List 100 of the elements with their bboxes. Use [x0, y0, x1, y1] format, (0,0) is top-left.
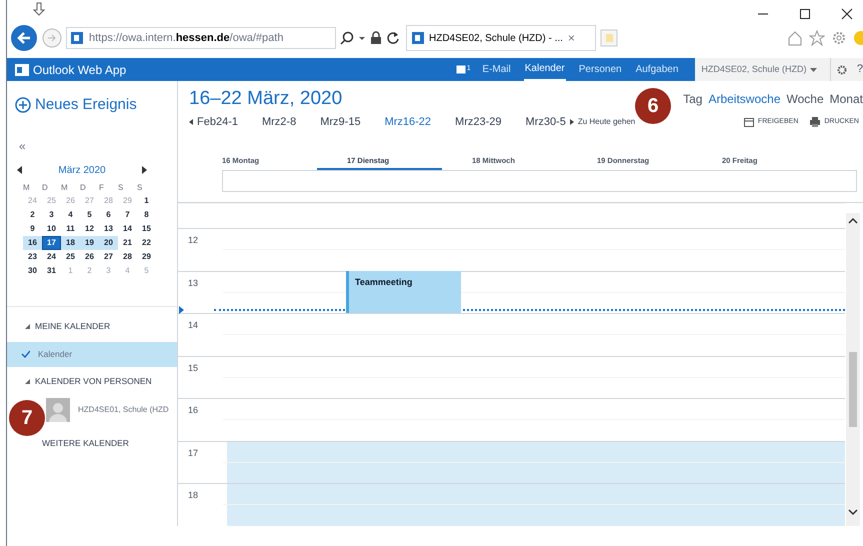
calendar-day[interactable]: 3: [42, 208, 61, 222]
calendar-day[interactable]: 28: [118, 250, 137, 264]
calendar-day[interactable]: 14: [118, 222, 137, 236]
settings-icon[interactable]: [831, 30, 847, 46]
star-icon[interactable]: [809, 30, 825, 46]
calendar-day[interactable]: 13: [99, 222, 118, 236]
collapse-triangle-icon[interactable]: [25, 324, 30, 329]
dropdown-icon[interactable]: [358, 34, 366, 42]
calendar-day[interactable]: 1: [137, 194, 156, 208]
view-tab[interactable]: Woche: [786, 90, 824, 108]
next-week-icon[interactable]: [570, 119, 574, 125]
calendar-item[interactable]: Kalender: [7, 342, 177, 366]
refresh-icon[interactable]: [386, 31, 400, 45]
view-tab[interactable]: Tag: [683, 90, 702, 108]
scroll-down-icon[interactable]: [848, 509, 858, 516]
hour-label: 15: [188, 362, 198, 374]
weekday-label: F: [99, 182, 105, 194]
calendar-day[interactable]: 12: [80, 222, 99, 236]
section-heading: MEINE KALENDER: [35, 320, 110, 333]
calendar-day[interactable]: 16: [23, 236, 42, 250]
calendar-icon: [744, 117, 754, 127]
hour-label: 18: [188, 489, 198, 502]
calendar-day[interactable]: 10: [42, 222, 61, 236]
caret-icon: [810, 66, 818, 72]
calendar-day[interactable]: 11: [61, 222, 80, 236]
calendar-day[interactable]: 31: [42, 264, 61, 278]
view-tab[interactable]: Arbeitswoche: [708, 90, 780, 108]
calendar-day[interactable]: 4: [61, 208, 80, 222]
calendar-day[interactable]: 23: [23, 250, 42, 264]
nav-link[interactable]: Kalender: [524, 58, 566, 81]
help-button[interactable]: ?: [856, 61, 863, 78]
plus-icon: [15, 97, 31, 114]
next-month-icon[interactable]: [142, 166, 147, 174]
calendar-day[interactable]: 19: [80, 236, 99, 250]
week-link[interactable]: Mrz16-22: [384, 114, 432, 130]
hour-label: 17: [188, 446, 198, 460]
month-title: März 2020: [58, 164, 106, 178]
new-event-button[interactable]: Neues Ereignis: [7, 81, 177, 116]
calendar-day[interactable]: 22: [137, 236, 156, 250]
address-bar[interactable]: https://owa.intern.hessen.de/owa/#path: [66, 27, 336, 49]
nav-link[interactable]: Aufgaben: [634, 58, 680, 81]
section-heading: KALENDER VON PERSONEN: [35, 375, 152, 388]
calendar-day[interactable]: 9: [23, 222, 42, 236]
previous-week-icon[interactable]: [189, 119, 193, 125]
calendar-day[interactable]: 17: [42, 236, 61, 250]
hour-label: 12: [188, 234, 198, 247]
check-icon: [21, 350, 30, 358]
home-icon[interactable]: [787, 30, 803, 46]
calendar-day[interactable]: 29: [137, 250, 156, 264]
callout-badge: 7: [9, 400, 45, 436]
week-link[interactable]: Mrz23-29: [455, 114, 502, 130]
lock-icon: [370, 31, 382, 45]
calendar-day[interactable]: 18: [61, 236, 80, 250]
calendar-day[interactable]: 26: [80, 250, 99, 264]
scroll-up-icon[interactable]: [848, 217, 858, 224]
search-icon[interactable]: [340, 31, 354, 45]
scrollbar[interactable]: [846, 213, 860, 526]
calendar-day[interactable]: 24: [42, 250, 61, 264]
calendar-day[interactable]: 21: [118, 236, 137, 250]
calendar-day[interactable]: 27: [99, 250, 118, 264]
calendar-day[interactable]: 2: [23, 208, 42, 222]
nav-link[interactable]: E-Mail: [481, 58, 512, 81]
week-link[interactable]: Mrz2-8: [262, 114, 296, 130]
calendar-event[interactable]: Teammeeting: [346, 270, 461, 313]
calendar-day[interactable]: 6: [99, 208, 118, 222]
previous-month-icon[interactable]: [17, 166, 22, 174]
view-tab[interactable]: Monat: [830, 90, 863, 108]
callout-badge: 6: [635, 88, 671, 124]
person-calendar-item[interactable]: HZD4SE01, Schule (HZD: [46, 396, 177, 424]
close-tab-button[interactable]: ×: [568, 29, 575, 47]
calendar-day[interactable]: 30: [23, 264, 42, 278]
browser-tab[interactable]: HZD4SE02, Schule (HZD) - ... ×: [406, 25, 596, 51]
address-text: https://owa.intern.hessen.de/owa/#path: [89, 30, 284, 46]
back-icon[interactable]: [10, 24, 38, 52]
nav-link[interactable]: Personen: [578, 58, 623, 81]
today-link[interactable]: Zu Heute gehen: [578, 116, 636, 128]
week-link[interactable]: Feb24-1: [197, 114, 238, 130]
calendar-day[interactable]: 20: [99, 236, 118, 250]
settings-icon[interactable]: [836, 64, 847, 74]
collapse-button[interactable]: «: [7, 136, 26, 154]
account-menu[interactable]: HZD4SE02, Schule (HZD): [695, 58, 830, 81]
weekday-label: M: [23, 182, 31, 194]
scrollbar-thumb[interactable]: [849, 352, 857, 427]
calendar-day[interactable]: 15: [137, 222, 156, 236]
calendar-day[interactable]: 5: [80, 208, 99, 222]
hour-label: 16: [188, 404, 198, 417]
avatar-icon: [46, 398, 70, 422]
calendar-day[interactable]: 7: [118, 208, 137, 222]
weekday-label: S: [137, 182, 144, 194]
collapse-triangle-icon[interactable]: [25, 379, 30, 384]
notification-icon[interactable]: [456, 65, 466, 74]
week-link[interactable]: Mrz9-15: [320, 114, 361, 130]
calendar-day[interactable]: 25: [61, 250, 80, 264]
more-calendars-link[interactable]: WEITERE KALENDER: [42, 437, 129, 450]
app-title: Outlook Web App: [33, 62, 126, 78]
calendar-day[interactable]: 8: [137, 208, 156, 222]
current-time-marker-icon: [179, 306, 184, 314]
download-icon: [33, 2, 45, 16]
week-link[interactable]: Mrz30-5: [526, 114, 566, 130]
close-icon: [841, 8, 853, 20]
